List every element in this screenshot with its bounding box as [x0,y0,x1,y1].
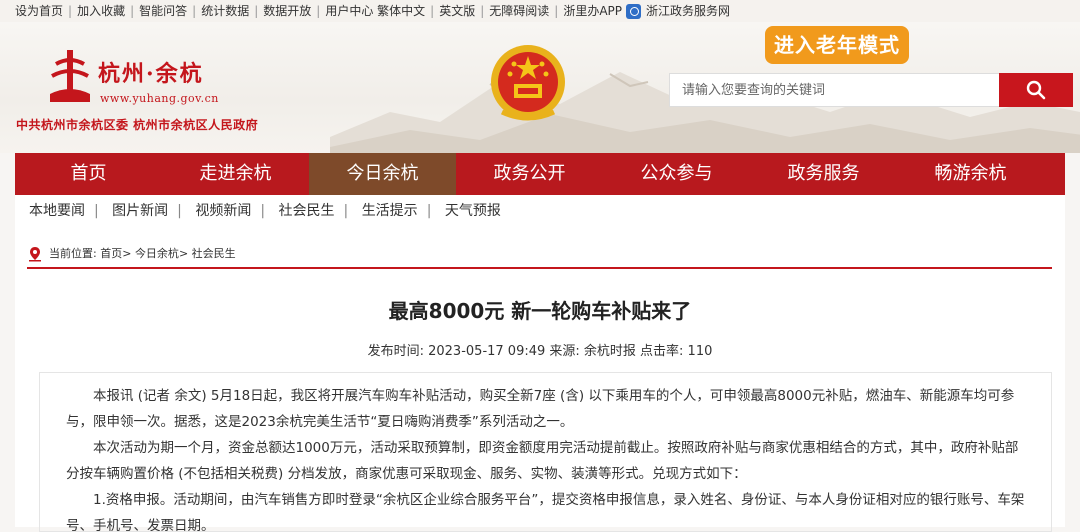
subnav-video-news[interactable]: 视频新闻 [195,203,251,219]
breadcrumb-divider [27,267,1052,269]
article-paragraph: 本报讯 (记者 余文) 5月18日起，我区将开展汽车购车补贴活动，购买全新7座 … [66,388,1015,430]
breadcrumb-today-yuhang[interactable]: 今日余杭 [135,247,179,260]
article-paragraph: 本次活动为期一个月，资金总额达1000万元，活动采取预算制，即资金额度用完活动提… [66,440,1019,482]
sub-nav: 本地要闻 | 图片新闻 | 视频新闻 | 社会民生 | 生活提示 | 天气预报 [15,195,1065,227]
link-user-center[interactable]: 用户中心 [325,0,373,22]
divider: | [192,4,197,18]
article-meta: 发布时间: 2023-05-17 09:49 来源: 余杭时报 点击率: 110 [367,344,713,359]
divider: | [343,203,349,219]
breadcrumb-home[interactable]: 首页 [100,247,122,260]
nav-public-participation[interactable]: 公众参与 [603,153,750,195]
link-zheliban-app[interactable]: 浙里办APP [563,0,622,22]
search-icon [1026,80,1046,100]
breadcrumb: 当前位置: 首页> 今日余杭> 社会民生 [27,243,236,265]
divider: | [426,203,432,219]
article-paragraph: 1.资格申报。活动期间，由汽车销售方即时登录“余杭区企业综合服务平台”，提交资格… [66,492,1025,532]
subnav-life-tips[interactable]: 生活提示 [362,203,418,219]
divider: | [254,4,259,18]
nav-today-yuhang[interactable]: 今日余杭 [309,153,456,202]
nav-government-services[interactable]: 政务服务 [750,153,897,195]
nav-about-yuhang[interactable]: 走进余杭 [162,153,309,195]
nav-government-affairs[interactable]: 政务公开 [456,153,603,195]
divider: | [430,4,435,18]
subnav-photo-news[interactable]: 图片新闻 [112,203,168,219]
article-body: 本报讯 (记者 余文) 5月18日起，我区将开展汽车购车补贴活动，购买全新7座 … [39,372,1052,532]
elder-mode-button[interactable]: 进入老年模式 [765,26,909,64]
subnav-social-livelihood[interactable]: 社会民生 [279,203,335,219]
link-accessibility[interactable]: 无障碍阅读 [489,0,549,22]
breadcrumb-social-livelihood[interactable]: 社会民生 [192,247,236,260]
national-emblem-icon [491,45,565,121]
search-button[interactable] [999,73,1073,107]
divider: | [94,203,99,219]
yuhang-logo-icon [50,50,90,102]
divider: | [68,4,73,18]
link-traditional-chinese[interactable]: 繁体中文 [377,0,425,22]
divider: | [130,4,135,18]
zwfw-icon [626,3,642,19]
logo-title: 杭州·余杭 [98,61,204,87]
breadcrumb-separator: > [178,247,189,260]
subnav-local-news[interactable]: 本地要闻 [29,203,85,219]
subnav-weather[interactable]: 天气预报 [445,203,501,219]
link-zwfw[interactable]: 浙江政务服务网 [646,0,730,22]
link-add-favorite[interactable]: 加入收藏 [77,0,125,22]
breadcrumb-separator: > [122,247,132,260]
breadcrumb-label: 当前位置: [49,247,97,260]
search-box [669,73,1073,107]
nav-home[interactable]: 首页 [15,153,162,195]
nav-tour-yuhang[interactable]: 畅游余杭 [897,153,1044,195]
link-smart-qa[interactable]: 智能问答 [139,0,187,22]
header-banner: 杭州·余杭 www.yuhang.gov.cn 中共杭州市余杭区委 杭州市余杭区… [0,22,1080,153]
location-pin-icon [29,247,41,262]
search-input[interactable] [670,74,998,106]
top-links-bar: 设为首页 | 加入收藏 | 智能问答 | 统计数据 | 数据开放 | 用户中心 繁体中文 |… [0,0,1080,22]
divider: | [177,203,182,219]
main-nav: 首页 走进余杭 今日余杭 政务公开 公众参与 政务服务 畅游余杭 [15,153,1065,202]
link-english[interactable]: 英文版 [439,0,475,22]
organization-name: 中共杭州市余杭区委 杭州市余杭区人民政府 [16,118,259,132]
divider: | [260,203,266,219]
divider: | [480,4,485,18]
link-set-homepage[interactable]: 设为首页 [15,0,63,22]
link-statistics[interactable]: 统计数据 [201,0,249,22]
content-panel: 当前位置: 首页> 今日余杭> 社会民生 最高8000元 新一轮购车补贴来了 发… [15,227,1065,532]
logo-url: www.yuhang.gov.cn [100,92,219,105]
article-title: 最高8000元 新一轮购车补贴来了 [388,299,692,323]
divider: | [554,4,559,18]
divider: | [316,4,321,18]
link-open-data[interactable]: 数据开放 [263,0,311,22]
